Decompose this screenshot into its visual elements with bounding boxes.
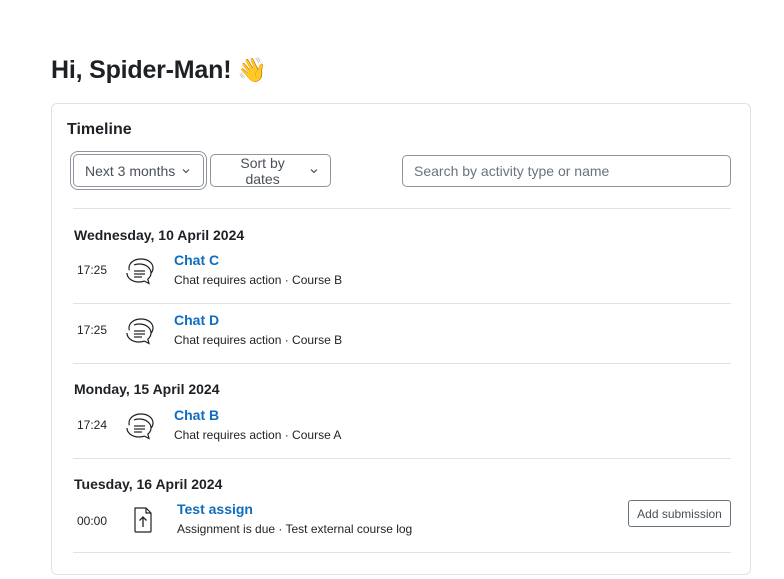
event-link-chat-d[interactable]: Chat D xyxy=(174,312,219,328)
divider xyxy=(73,303,731,304)
event-description: Chat requires action · Course A xyxy=(174,428,342,442)
divider xyxy=(73,552,731,553)
event-time: 17:24 xyxy=(77,418,108,432)
filter-label: Next 3 months xyxy=(85,162,176,179)
date-heading: Tuesday, 16 April 2024 xyxy=(74,476,223,492)
event-description: Chat requires action · Course B xyxy=(174,273,343,287)
chat-icon xyxy=(126,318,154,345)
chevron-down-icon xyxy=(310,168,318,173)
add-submission-button[interactable]: Add submission xyxy=(628,500,731,527)
event-time: 00:00 xyxy=(77,514,108,528)
greeting-text: Hi, Spider-Man! xyxy=(51,56,232,84)
chat-icon xyxy=(126,413,154,440)
event-time: 17:25 xyxy=(77,263,108,277)
date-heading: Monday, 15 April 2024 xyxy=(74,381,220,397)
page-greeting: Hi, Spider-Man! 👋 xyxy=(51,56,267,85)
event-link-test-assign[interactable]: Test assign xyxy=(177,501,253,517)
chat-icon xyxy=(126,258,154,285)
date-heading: Wednesday, 10 April 2024 xyxy=(74,227,245,243)
divider xyxy=(73,458,731,459)
waving-hand-icon: 👋 xyxy=(237,57,268,84)
divider xyxy=(73,208,731,209)
assignment-upload-icon xyxy=(134,507,152,533)
event-description: Chat requires action · Course B xyxy=(174,333,343,347)
event-time: 17:25 xyxy=(77,323,108,337)
sort-label: Sort by dates xyxy=(240,154,285,187)
event-link-chat-c[interactable]: Chat C xyxy=(174,252,219,268)
timeline-title: Timeline xyxy=(67,121,132,138)
event-description: Assignment is due · Test external course… xyxy=(177,522,413,536)
timeline-search-input[interactable] xyxy=(402,155,731,187)
timeline-sort-dropdown[interactable]: Sort by dates xyxy=(210,154,331,187)
timeline-block: Timeline Next 3 months Sort by dates Wed… xyxy=(51,103,751,575)
divider xyxy=(73,363,731,364)
event-link-chat-b[interactable]: Chat B xyxy=(174,407,219,423)
chevron-down-icon xyxy=(182,168,190,173)
timeline-filter-dropdown[interactable]: Next 3 months xyxy=(71,152,206,189)
